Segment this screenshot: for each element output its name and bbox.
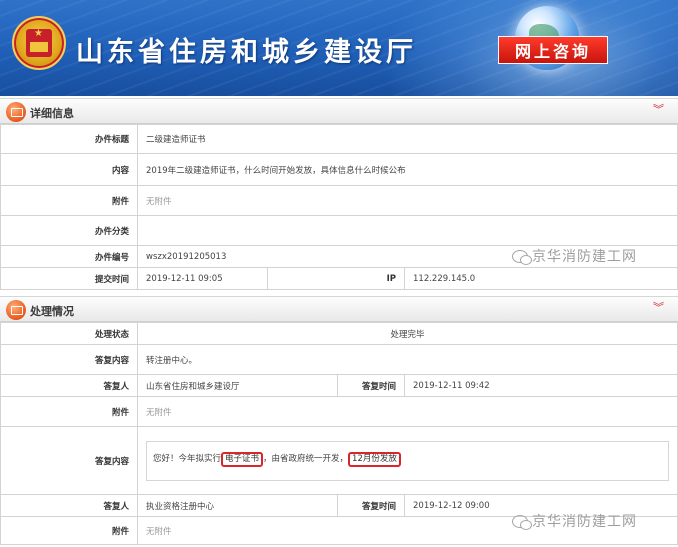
emblem-gate (30, 42, 48, 52)
attachment-value: 无附件 (137, 185, 678, 216)
row-label: 答复内容 (0, 344, 138, 375)
table-row: 内容 2019年二级建造师证书，什么时间开始发放，具体信息什么时候公布 (0, 153, 678, 186)
submit-time-value: 2019-12-11 09:05 (137, 267, 268, 290)
row-label: 内容 (0, 153, 138, 186)
row-label: 附件 (0, 396, 138, 427)
reply1-time-label: 答复时间 (337, 374, 405, 397)
reply1-replier: 山东省住房和城乡建设厅 (137, 374, 338, 397)
ip-value: 112.229.145.0 (404, 267, 678, 290)
category-value (137, 215, 678, 246)
double-chevron-icon[interactable]: ︾ (653, 302, 664, 314)
reply2-replier: 执业资格注册中心 (137, 494, 338, 517)
watermark: 京华消防建工网 (512, 511, 637, 531)
national-emblem-logo: ★ (12, 16, 66, 70)
envelope-icon (6, 102, 26, 122)
highlight-december-issue: 12月份发放 (348, 451, 401, 467)
row-label: 附件 (0, 516, 138, 545)
reply2-text-part2: ，由省政府统一开发， (263, 453, 349, 464)
highlight-electronic-cert: 电子证书 (221, 451, 264, 467)
detail-section-title: 详细信息 (30, 107, 74, 120)
reply1-attachment: 无附件 (137, 396, 678, 427)
reply1-content: 转注册中心。 (137, 344, 678, 375)
table-row: 处理状态 处理完毕 (0, 322, 678, 345)
table-row: 办件分类 (0, 215, 678, 246)
title-value: 二级建造师证书 (137, 124, 678, 154)
online-consult-label: 网上咨询 (514, 42, 591, 61)
wechat-icon (512, 249, 532, 265)
watermark: 京华消防建工网 (512, 246, 637, 266)
table-row: 答复内容 转注册中心。 (0, 344, 678, 375)
table-row: 提交时间 2019-12-11 09:05 IP 112.229.145.0 (0, 267, 678, 290)
ip-label: IP (267, 267, 405, 290)
content-value: 2019年二级建造师证书，什么时间开始发放，具体信息什么时候公布 (137, 153, 678, 186)
process-section-title: 处理情况 (30, 305, 74, 318)
row-label: 办件编号 (0, 245, 138, 268)
table-row: 办件标题 二级建造师证书 (0, 124, 678, 154)
detail-section-header[interactable]: 详细信息 ︾ (0, 98, 678, 124)
reply1-time: 2019-12-11 09:42 (404, 374, 678, 397)
row-label: 提交时间 (0, 267, 138, 290)
table-row: 答复人 山东省住房和城乡建设厅 答复时间 2019-12-11 09:42 (0, 374, 678, 397)
row-label: 答复人 (0, 494, 138, 517)
status-value: 处理完毕 (137, 322, 678, 345)
row-label: 办件分类 (0, 215, 138, 246)
table-row: 附件 无附件 (0, 185, 678, 216)
row-label: 处理状态 (0, 322, 138, 345)
reply2-text-part1: 您好！今年拟实行 (153, 453, 222, 464)
table-row: 答复内容 您好！今年拟实行 电子证书 ，由省政府统一开发， 12月份发放 (0, 426, 678, 495)
reply2-content-box: 您好！今年拟实行 电子证书 ，由省政府统一开发， 12月份发放 (146, 440, 669, 481)
wechat-icon (512, 514, 532, 530)
site-banner: ★ 山东省住房和城乡建设厅 网上咨询 (0, 0, 678, 96)
row-label: 答复内容 (0, 426, 138, 495)
reply2-content-cell: 您好！今年拟实行 电子证书 ，由省政府统一开发， 12月份发放 (137, 426, 678, 495)
row-label: 办件标题 (0, 124, 138, 154)
watermark-text: 京华消防建工网 (532, 514, 637, 530)
site-title: 山东省住房和城乡建设厅 (76, 37, 417, 68)
row-label: 附件 (0, 185, 138, 216)
reply2-time-label: 答复时间 (337, 494, 405, 517)
process-section-header[interactable]: 处理情况 ︾ (0, 296, 678, 322)
row-label: 答复人 (0, 374, 138, 397)
envelope-icon (6, 300, 26, 320)
star-icon: ★ (34, 28, 43, 39)
watermark-text: 京华消防建工网 (532, 249, 637, 265)
table-row: 附件 无附件 (0, 396, 678, 427)
double-chevron-icon[interactable]: ︾ (653, 104, 664, 116)
online-consult-badge[interactable]: 网上咨询 (498, 36, 608, 64)
